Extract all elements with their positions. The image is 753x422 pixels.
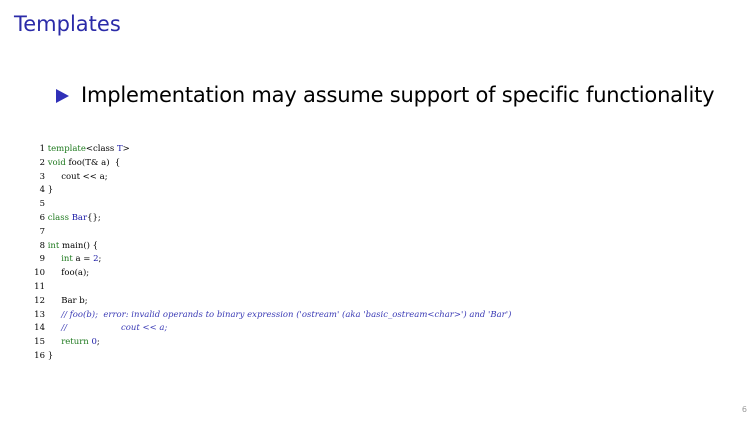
page-number: 6 [741,405,747,414]
code-text: {}; [87,212,101,223]
code-line: 16 } [30,350,511,364]
triangle-bullet-icon [56,89,69,103]
slide-title: Templates [14,12,121,36]
type-name: Bar [71,212,88,223]
code-comment: // foo(b); error: invalid operands to bi… [61,309,512,320]
code-line: 15 return 0; [30,336,511,350]
code-text: foo(T& a) { [65,157,121,168]
line-number: 13 [34,309,45,320]
line-number: 16 [34,350,45,361]
line-number: 10 [34,268,45,279]
line-number: 7 [39,226,45,237]
code-text: cout << a; [45,171,108,182]
keyword: class [47,212,69,223]
code-comment: // cout << a; [61,323,168,334]
keyword: return [61,337,89,348]
bullet-item: Implementation may assume support of spe… [56,83,715,107]
keyword: template [47,144,86,154]
code-text: Bar b; [45,295,88,306]
keyword: void [47,157,66,168]
code-text: } [45,350,54,361]
code-text: ; [98,254,102,265]
code-line: 5 [30,198,511,212]
code-line: 3 cout << a; [30,171,511,185]
code-line: 1 template<class T> [30,143,511,157]
code-line: 6 class Bar{}; [30,212,511,226]
code-line: 12 Bar b; [30,295,511,309]
line-number: 12 [34,295,45,306]
line-number: 14 [34,323,45,334]
line-number: 2 [39,157,45,168]
line-number: 15 [34,337,45,348]
code-listing: 1 template<class T> 2 void foo(T& a) { 3… [30,143,511,364]
line-number: 8 [39,240,45,251]
code-line: 4 } [30,184,511,198]
line-number: 5 [39,199,45,210]
line-number: 4 [39,185,45,196]
bullet-text: Implementation may assume support of spe… [81,83,715,107]
keyword: int [61,254,73,265]
code-text: main() { [59,240,99,251]
line-number: 1 [39,144,45,154]
line-number: 11 [34,281,45,292]
code-line: 14 // cout << a; [30,322,511,336]
code-line: 13 // foo(b); error: invalid operands to… [30,309,511,323]
code-line: 2 void foo(T& a) { [30,157,511,171]
code-line: 7 [30,226,511,240]
keyword: int [47,240,60,251]
code-line: 8 int main() { [30,240,511,254]
line-number: 3 [39,171,45,182]
code-line: 9 int a = 2; [30,253,511,267]
code-text: a = [72,254,94,265]
code-text: <class [85,144,117,154]
line-number: 9 [39,254,45,265]
code-text: foo(a); [45,268,90,279]
line-number: 6 [39,212,45,223]
code-text: } [45,185,54,196]
code-line: 11 [30,281,511,295]
code-line: 10 foo(a); [30,267,511,281]
code-text: > [122,144,130,154]
code-text: ; [96,337,100,348]
